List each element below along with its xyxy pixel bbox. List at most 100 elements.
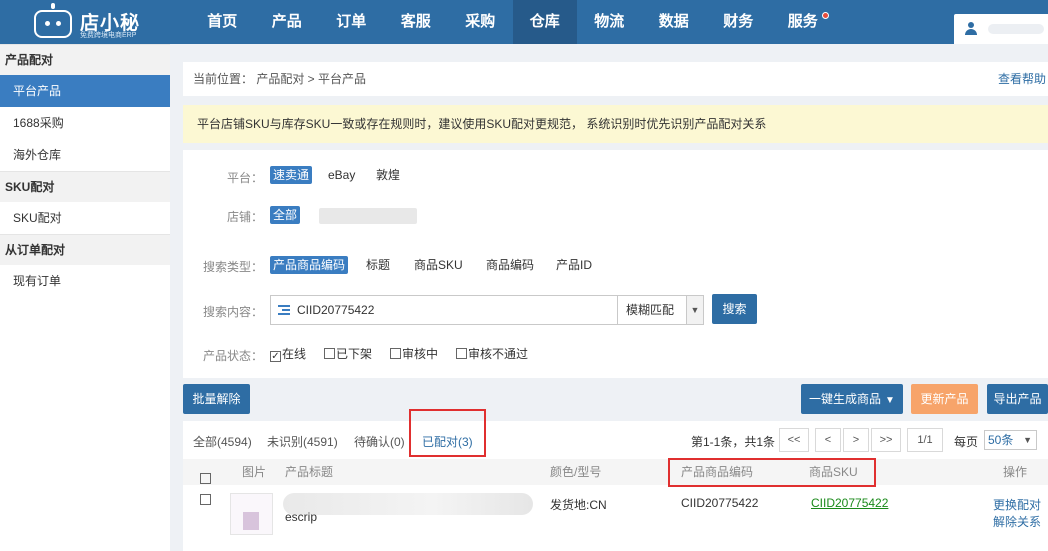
nav-services[interactable]: 服务 [771,0,836,44]
nav-services-label: 服务 [787,13,818,30]
update-products-button[interactable]: 更新产品 [911,384,978,414]
search-type-product-id[interactable]: 产品ID [553,256,595,274]
product-status-label: 产品状态： [202,349,263,363]
notice-banner: 平台店铺SKU与库存SKU一致或存在规则时，建议使用SKU配对更规范， 系统识别… [183,105,1048,143]
batch-unbind-button[interactable]: 批量解除 [183,384,250,414]
brand-logo[interactable]: 店小秘 免费跨境电商ERP [34,3,154,40]
per-page-value: 50条 [988,433,1014,447]
row-checkbox[interactable] [200,493,212,507]
generate-products-button[interactable]: 一键生成商品 ▼ [801,384,903,414]
robot-antenna-icon [51,3,55,9]
header-title: 产品标题 [285,465,334,479]
platform-aliexpress[interactable]: 速卖通 [270,166,313,184]
pager-prev-button[interactable]: < [815,428,841,452]
status-delisted-checkbox[interactable]: 已下架 [324,347,372,361]
sidebar-group-sku-pairing: SKU配对 [0,171,170,202]
tab-unrecognized[interactable]: 未识别(4591) [267,433,338,450]
per-page-label: 每页 [954,435,979,449]
status-delisted-label: 已下架 [336,347,373,361]
search-input-value: CIID20775422 [297,303,375,317]
sidebar-item-platform-products[interactable]: 平台产品 [0,75,170,107]
per-page-select[interactable]: 50条 ▼ [984,430,1037,450]
product-image-icon [243,512,259,530]
list-input-icon[interactable] [278,305,290,316]
pager-next-button[interactable]: > [843,428,869,452]
checkmark-icon: ✓ [270,351,281,362]
product-title-fragment: escrip [285,510,318,524]
row-product-code: CIID20775422 [681,496,759,510]
top-navbar: 店小秘 免费跨境电商ERP 首页 产品 订单 客服 采购 仓库 物流 数据 财务… [0,0,1048,44]
sidebar-item-overseas-warehouse[interactable]: 海外仓库 [0,139,170,171]
checkbox-empty-icon [390,348,401,359]
product-title-redacted [283,493,533,515]
product-list: 全部(4594) 未识别(4591) 待确认(0) 已配对(3) 第1-1条，共… [183,409,1048,551]
tab-pending[interactable]: 待确认(0) [354,433,405,450]
nav-logistics[interactable]: 物流 [577,0,642,44]
notification-dot-icon [822,12,829,19]
filter-panel: 平台： 速卖通 eBay 敦煌 店铺： 全部 搜索类型： 产品商品编码 标题 商… [183,150,1048,378]
sidebar-item-sku-pairing[interactable]: SKU配对 [0,202,170,234]
store-label: 店铺： [226,210,263,224]
tab-all[interactable]: 全部(4594) [193,433,252,450]
table-row: escrip 发货地:CN CIID20775422 CIID20775422 … [183,485,1048,551]
highlight-box-matched-tab [409,409,486,457]
status-online-label: 在线 [282,347,307,361]
breadcrumb: 当前位置： 产品配对 > 平台产品 [193,72,367,86]
user-icon [964,22,978,36]
pager-last-button[interactable]: >> [871,428,901,452]
sidebar: 产品配对 平台产品 1688采购 海外仓库 SKU配对 SKU配对 从订单配对 … [0,44,170,551]
search-type-item-code[interactable]: 商品编码 [483,256,537,274]
checkbox-empty-icon [324,348,335,359]
sidebar-item-existing-orders[interactable]: 现有订单 [0,265,170,297]
platform-ebay[interactable]: eBay [325,166,358,184]
robot-logo-icon [34,10,72,38]
header-variant: 颜色/型号 [550,465,602,479]
nav-purchase[interactable]: 采购 [448,0,513,44]
search-type-label: 搜索类型： [202,260,263,274]
breadcrumb-bar: 当前位置： 产品配对 > 平台产品 查看帮助 [183,62,1048,96]
nav-finance[interactable]: 财务 [706,0,771,44]
user-name-redacted [988,24,1044,34]
search-input[interactable]: CIID20775422 [270,295,618,325]
main-nav: 首页 产品 订单 客服 采购 仓库 物流 数据 财务 服务 [190,0,835,44]
platform-dhgate[interactable]: 敦煌 [373,166,403,184]
search-button[interactable]: 搜索 [712,294,757,324]
status-online-checkbox[interactable]: ✓ 在线 [270,347,307,362]
pager-first-button[interactable]: << [779,428,809,452]
sidebar-item-1688-purchase[interactable]: 1688采购 [0,107,170,139]
search-content-label: 搜索内容： [202,305,263,319]
nav-products[interactable]: 产品 [255,0,320,44]
unbind-relation-link[interactable]: 解除关系 [993,513,1041,530]
header-image: 图片 [242,465,267,479]
search-type-product-code[interactable]: 产品商品编码 [270,256,349,274]
checkbox-empty-icon [200,473,211,484]
user-menu[interactable] [954,14,1048,44]
highlight-box-columns [668,458,876,487]
nav-data[interactable]: 数据 [642,0,707,44]
sidebar-group-product-pairing: 产品配对 [0,44,170,75]
status-reviewing-checkbox[interactable]: 审核中 [390,347,438,361]
store-all[interactable]: 全部 [270,206,301,224]
match-mode-value: 模糊匹配 [626,303,675,317]
status-rejected-label: 审核不通过 [468,347,529,361]
search-type-title[interactable]: 标题 [363,256,393,274]
nav-warehouse[interactable]: 仓库 [512,0,577,44]
status-reviewing-label: 审核中 [402,347,439,361]
nav-service[interactable]: 客服 [384,0,449,44]
table-header: 图片 产品标题 颜色/型号 产品商品编码 商品SKU 操作 [183,459,1048,485]
change-pairing-link[interactable]: 更换配对 [993,496,1041,513]
help-link[interactable]: 查看帮助 [998,62,1046,96]
chevron-down-icon: ▼ [686,296,703,324]
row-item-sku-link[interactable]: CIID20775422 [811,496,888,510]
checkbox-empty-icon [200,494,211,505]
nav-home[interactable]: 首页 [190,0,255,44]
product-thumbnail[interactable] [230,493,273,535]
checkbox-empty-icon [456,348,467,359]
store-name-redacted[interactable] [319,208,417,224]
status-rejected-checkbox[interactable]: 审核不通过 [456,347,528,361]
search-type-item-sku[interactable]: 商品SKU [411,256,466,274]
nav-orders[interactable]: 订单 [319,0,384,44]
chevron-down-icon: ▼ [885,395,895,406]
match-mode-select[interactable]: 模糊匹配 ▼ [618,295,704,325]
export-products-button[interactable]: 导出产品 [987,384,1048,414]
